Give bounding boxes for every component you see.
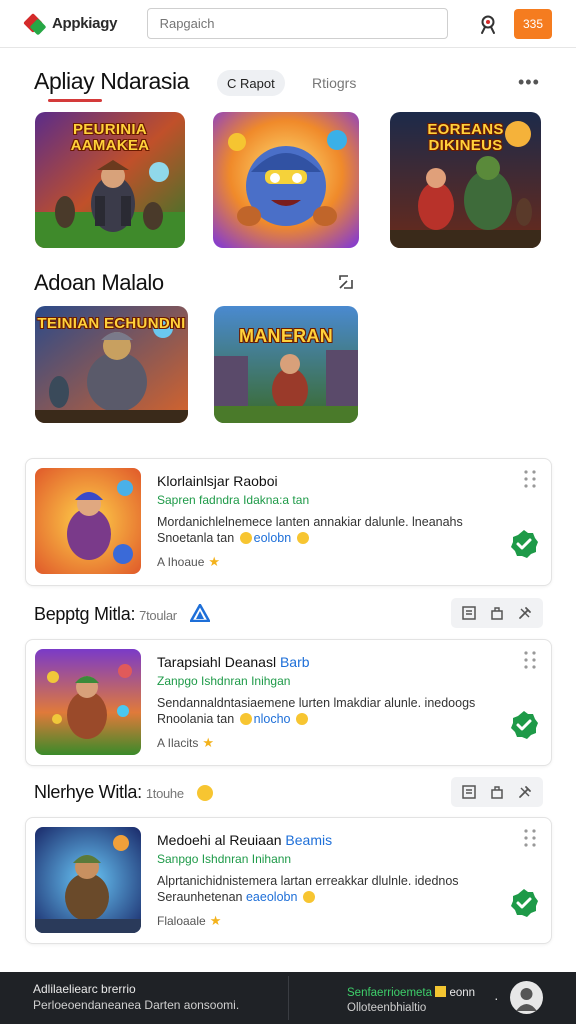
title-underline bbox=[48, 99, 102, 102]
footer-text: Perloeoendaneanea Darten aonsoomi. bbox=[33, 998, 240, 1012]
verified-check-icon bbox=[509, 710, 539, 740]
app-store-page: Appkiagy 335 Apliay Ndarasia C Rapot Rti… bbox=[0, 0, 576, 1024]
tile-title: MANERAN bbox=[238, 326, 334, 346]
smile-icon bbox=[239, 532, 252, 544]
game-art bbox=[213, 112, 359, 248]
game-tile-3[interactable]: EOREANS DIKINEUS bbox=[390, 112, 541, 248]
row-toolbar-1 bbox=[451, 598, 543, 628]
tile-title: TEINIAN ECHUNDNI bbox=[37, 315, 186, 332]
top-bar: Appkiagy 335 bbox=[0, 0, 576, 48]
app-card-2[interactable]: Tarapsiahl Deanasl Barb Zanpgo Ishdnran … bbox=[25, 639, 552, 766]
app-title: Tarapsiahl Deanasl Barb bbox=[157, 654, 310, 670]
app-thumbnail bbox=[35, 649, 141, 755]
row-title-1: Bepptg Mitla: 7toular bbox=[34, 602, 211, 625]
tools-icon[interactable] bbox=[513, 780, 537, 804]
row-title-2: Nlerhye Witla: 1touhe bbox=[34, 782, 215, 803]
game-art bbox=[214, 306, 358, 423]
app-subtitle: Zanpgo Ishdnran Inihgan bbox=[157, 674, 291, 688]
more-options-icon[interactable]: ••• bbox=[518, 72, 540, 93]
game-tile-1[interactable]: PEURINIA AAMAKEA bbox=[35, 112, 185, 248]
bag-icon[interactable] bbox=[485, 780, 509, 804]
app-meta: A Ilacits ★ bbox=[157, 735, 215, 750]
expand-icon[interactable] bbox=[338, 274, 354, 290]
tools-icon[interactable] bbox=[513, 601, 537, 625]
app-meta: Flaloaale ★ bbox=[157, 913, 222, 928]
document-icon[interactable] bbox=[457, 780, 481, 804]
game-tile-2[interactable] bbox=[213, 112, 359, 248]
tile-title: EOREANS DIKINEUS bbox=[427, 121, 504, 154]
star-icon: ★ bbox=[209, 913, 222, 928]
search-input[interactable] bbox=[146, 8, 449, 39]
app-title: Klorlainlsjar Raoboi bbox=[157, 473, 278, 489]
smile-icon bbox=[295, 713, 308, 725]
game-tile-5[interactable]: MANERAN bbox=[214, 306, 358, 423]
avatar[interactable] bbox=[510, 981, 543, 1014]
app-meta: A Ihoaue ★ bbox=[157, 554, 221, 569]
drag-dots-icon[interactable] bbox=[523, 828, 537, 848]
smile-icon bbox=[239, 713, 252, 725]
app-description: Alprtanichidnistemera lartan erreakkar d… bbox=[157, 874, 459, 904]
filters-link[interactable]: Rtiogrs bbox=[312, 75, 356, 91]
footer-bar: Adlilaeliearc brerrio Perloeoendaneanea … bbox=[0, 972, 576, 1024]
badge-icon bbox=[435, 986, 447, 997]
app-description: Mordanichlelnemece lanten annakiar dalun… bbox=[157, 515, 463, 545]
verified-check-icon bbox=[509, 888, 539, 918]
app-subtitle: Sanpgo Ishdnran Inihann bbox=[157, 852, 292, 866]
app-title: Medoehi al Reuiaan Beamis bbox=[157, 832, 333, 848]
header-action-button[interactable]: 335 bbox=[514, 8, 552, 39]
footer-divider bbox=[288, 976, 289, 1020]
smile-icon bbox=[302, 891, 315, 903]
app-subtitle: Sapren fadndra Idakna:a tan bbox=[157, 493, 310, 507]
footer-subtext: Olloteenbhialtio bbox=[347, 1002, 427, 1014]
section-title: Adoan Malalo bbox=[34, 270, 164, 295]
game-tile-4[interactable]: TEINIAN ECHUNDNI bbox=[35, 306, 188, 423]
smile-icon bbox=[296, 532, 309, 544]
app-description: Sendannaldntasiaemene lurten lmakdiar al… bbox=[157, 696, 476, 726]
smile-icon bbox=[196, 785, 213, 801]
document-icon[interactable] bbox=[457, 601, 481, 625]
footer-dot: · bbox=[494, 990, 499, 1006]
star-icon: ★ bbox=[202, 735, 215, 750]
app-card-1[interactable]: Klorlainlsjar Raoboi Sapren fadndra Idak… bbox=[25, 458, 552, 586]
verified-check-icon bbox=[509, 529, 539, 559]
tile-title: PEURINIA AAMAKEA bbox=[70, 121, 150, 154]
drag-dots-icon[interactable] bbox=[523, 650, 537, 670]
footer-status: Senfaerrioemeta eonn bbox=[347, 986, 476, 999]
drag-dots-icon[interactable] bbox=[523, 469, 537, 489]
app-thumbnail bbox=[35, 827, 141, 933]
brand-logo[interactable]: Appkiagy bbox=[23, 12, 127, 35]
triangle-logo-icon bbox=[188, 602, 211, 623]
footer-title: Adlilaeliearc brerrio bbox=[33, 982, 136, 996]
app-card-3[interactable]: Medoehi al Reuiaan Beamis Sanpgo Ishdnra… bbox=[25, 817, 552, 944]
bag-icon[interactable] bbox=[485, 601, 509, 625]
report-chip[interactable]: C Rapot bbox=[217, 70, 285, 96]
logo-cube-icon bbox=[23, 12, 47, 35]
user-scan-icon[interactable] bbox=[476, 12, 500, 36]
app-thumbnail bbox=[35, 468, 141, 574]
row-toolbar-2 bbox=[451, 777, 543, 807]
featured-section-title: Apliay Ndarasia bbox=[34, 68, 190, 94]
logo-text: Appkiagy bbox=[52, 15, 118, 32]
star-icon: ★ bbox=[208, 554, 221, 569]
